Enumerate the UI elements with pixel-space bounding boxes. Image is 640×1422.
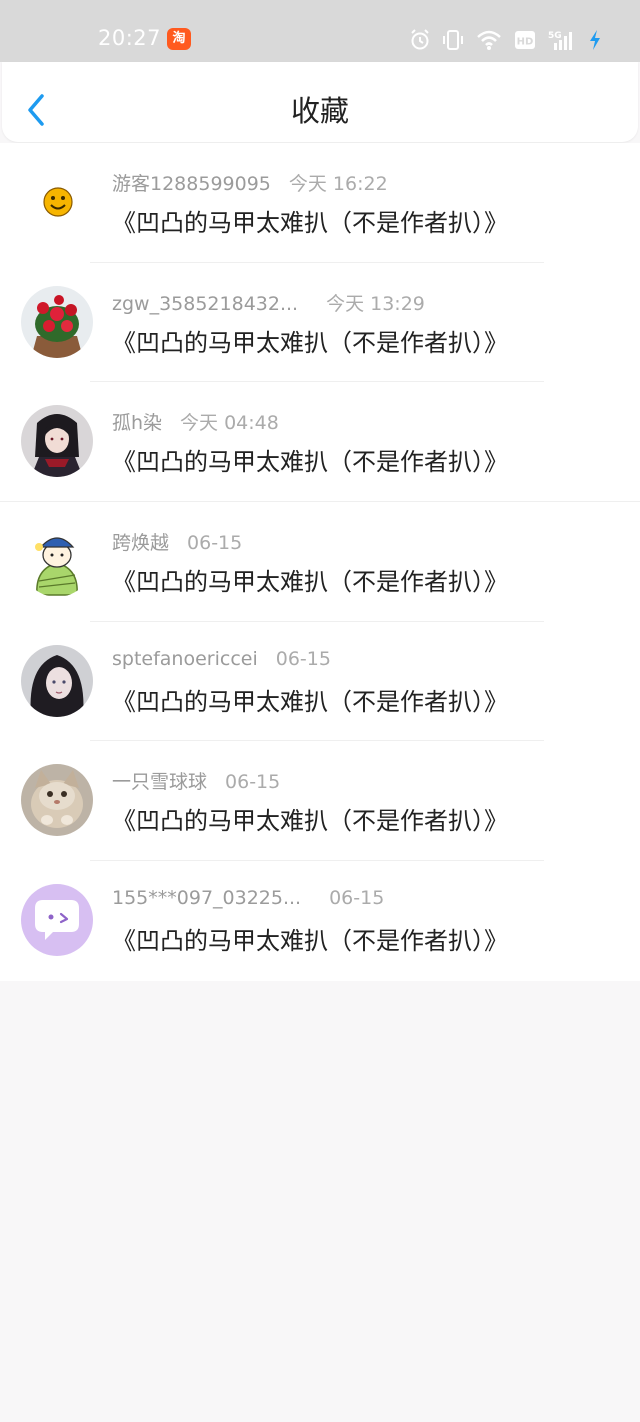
- anime-girl-avatar[interactable]: [21, 644, 93, 717]
- favorite-title[interactable]: 《凹凸的马甲太难扒（不是作者扒）》: [112, 921, 508, 956]
- hd-icon: HD: [515, 31, 535, 49]
- favorite-title[interactable]: 《凹凸的马甲太难扒（不是作者扒）》: [112, 562, 508, 597]
- status-bar: 20:27 淘 HD 5G: [0, 0, 640, 62]
- timestamp: 06-15: [187, 532, 243, 555]
- username[interactable]: 游客1288599095: [112, 173, 271, 195]
- taobao-app-icon: 淘: [167, 28, 191, 50]
- favorite-title[interactable]: 《凹凸的马甲太难扒（不是作者扒）》: [112, 203, 508, 238]
- cat-avatar[interactable]: [21, 764, 93, 837]
- username[interactable]: zgw_3585218432...: [112, 293, 298, 315]
- favorite-title[interactable]: 《凹凸的马甲太难扒（不是作者扒）》: [112, 801, 508, 836]
- favorite-title[interactable]: 《凹凸的马甲太难扒（不是作者扒）》: [112, 442, 508, 477]
- charging-icon: [590, 30, 600, 50]
- username[interactable]: 155***097_03225...: [112, 887, 301, 909]
- favorites-list: 游客1288599095 今天 16:22 《凹凸的马甲太难扒（不是作者扒）》 z…: [0, 143, 640, 981]
- roses-avatar[interactable]: [21, 285, 93, 358]
- alarm-icon: [411, 29, 429, 50]
- header-bar: 收藏: [2, 62, 638, 142]
- list-item[interactable]: 一只雪球球 06-15 《凹凸的马甲太难扒（不是作者扒）》: [0, 741, 640, 862]
- wifi-icon: [477, 30, 501, 50]
- list-item[interactable]: 孤h染 今天 04:48 《凹凸的马甲太难扒（不是作者扒）》: [0, 382, 640, 503]
- favorite-title[interactable]: 《凹凸的马甲太难扒（不是作者扒）》: [112, 682, 508, 717]
- timestamp: 今天 04:48: [180, 412, 279, 435]
- timestamp: 06-15: [275, 647, 331, 670]
- list-item[interactable]: 跨焕越 06-15 《凹凸的马甲太难扒（不是作者扒）》: [0, 502, 640, 622]
- list-item[interactable]: zgw_3585218432... 今天 13:29 《凹凸的马甲太难扒（不是作者…: [0, 263, 640, 383]
- username[interactable]: sptefanoericcei: [112, 648, 258, 670]
- timestamp: 06-15: [225, 771, 281, 794]
- username[interactable]: 跨焕越: [112, 532, 169, 554]
- chat-bubble-avatar[interactable]: [21, 884, 93, 957]
- timestamp: 今天 16:22: [288, 173, 388, 195]
- timestamp: 今天 13:29: [326, 292, 425, 315]
- timestamp: 06-15: [329, 887, 385, 910]
- list-item[interactable]: 155***097_03225... 06-15 《凹凸的马甲太难扒（不是作者扒）…: [0, 861, 640, 981]
- username[interactable]: 孤h染: [112, 412, 162, 434]
- list-item[interactable]: sptefanoericcei 06-15 《凹凸的马甲太难扒（不是作者扒）》: [0, 622, 640, 742]
- cartoon-avatar[interactable]: [21, 525, 93, 598]
- username[interactable]: 一只雪球球: [112, 771, 207, 793]
- favorite-title[interactable]: 《凹凸的马甲太难扒（不是作者扒）》: [112, 323, 508, 358]
- vibrate-icon: [443, 30, 463, 50]
- smiley-avatar[interactable]: [21, 166, 93, 238]
- status-time: 20:27: [98, 26, 162, 50]
- anime-boy-avatar[interactable]: [21, 405, 93, 478]
- page-title: 收藏: [290, 94, 349, 128]
- svg-text:5G: 5G: [548, 31, 562, 41]
- list-item[interactable]: 游客1288599095 今天 16:22 《凹凸的马甲太难扒（不是作者扒）》: [0, 143, 640, 263]
- svg-text:HD: HD: [517, 37, 534, 48]
- status-icons: HD 5G: [410, 28, 602, 52]
- 5g-signal-icon: 5G: [548, 31, 572, 50]
